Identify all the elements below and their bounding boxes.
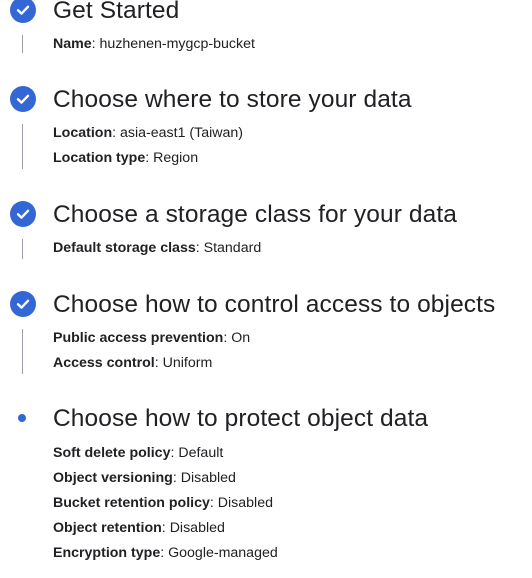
detail-separator: : (161, 520, 170, 536)
detail-separator: : (195, 240, 204, 256)
detail-value: Uniform (162, 355, 213, 371)
bucket-creation-stepper: Get Started Name: huzhenen-mygcp-bucket … (0, 0, 532, 578)
detail-bucket-retention-policy: Bucket retention policy: Disabled (53, 495, 273, 511)
detail-default-storage-class: Default storage class: Standard (53, 240, 261, 256)
step-connector (22, 35, 23, 53)
detail-label: Public access prevention (53, 330, 224, 346)
step-title: Choose where to store your data (53, 86, 412, 113)
detail-label: Bucket retention policy (53, 495, 210, 511)
detail-value: Default (178, 445, 224, 461)
detail-encryption-type: Encryption type: Google-managed (53, 545, 278, 561)
detail-public-access-prevention: Public access prevention: On (53, 330, 250, 346)
detail-separator: : (160, 545, 169, 561)
detail-label: Access control (53, 355, 155, 371)
step-connector (22, 329, 23, 374)
check-circle-icon (10, 86, 36, 112)
check-circle-icon (10, 201, 36, 227)
detail-separator: : (209, 495, 218, 511)
detail-object-retention: Object retention: Disabled (53, 520, 225, 536)
detail-name: Name: huzhenen-mygcp-bucket (53, 36, 255, 52)
step-connector (22, 124, 23, 169)
step-title: Choose a storage class for your data (53, 201, 457, 228)
detail-label: Name (53, 36, 92, 52)
detail-label: Soft delete policy (53, 445, 171, 461)
detail-label: Object retention (53, 520, 162, 536)
step-title: Choose how to control access to objects (53, 291, 496, 318)
step-title: Get Started (53, 0, 180, 24)
detail-access-control: Access control: Uniform (53, 355, 212, 371)
check-circle-icon (10, 0, 36, 23)
detail-value: Standard (203, 240, 262, 256)
detail-location: Location: asia-east1 (Taiwan) (53, 125, 243, 141)
detail-value: huzhenen-mygcp-bucket (99, 36, 255, 52)
detail-label: Default storage class (53, 240, 196, 256)
detail-label: Object versioning (53, 470, 173, 486)
detail-value: Google-managed (168, 545, 278, 561)
detail-value: Disabled (217, 495, 273, 511)
check-circle-icon (10, 291, 36, 317)
detail-separator: : (112, 125, 121, 141)
detail-value: Disabled (180, 470, 236, 486)
step-connector (22, 239, 23, 259)
detail-location-type: Location type: Region (53, 150, 198, 166)
detail-label: Encryption type (53, 545, 161, 561)
step-title: Choose how to protect object data (53, 405, 429, 432)
detail-separator: : (172, 470, 181, 486)
detail-value: On (231, 330, 251, 346)
detail-object-versioning: Object versioning: Disabled (53, 470, 236, 486)
detail-soft-delete-policy: Soft delete policy: Default (53, 445, 223, 461)
detail-value: Disabled (169, 520, 225, 536)
detail-value: asia-east1 (Taiwan) (120, 125, 244, 141)
detail-label: Location type (53, 150, 146, 166)
current-step-dot-icon (18, 414, 26, 422)
detail-label: Location (53, 125, 113, 141)
detail-separator: : (154, 355, 163, 371)
detail-separator: : (91, 36, 100, 52)
detail-separator: : (145, 150, 154, 166)
detail-value: Region (153, 150, 199, 166)
